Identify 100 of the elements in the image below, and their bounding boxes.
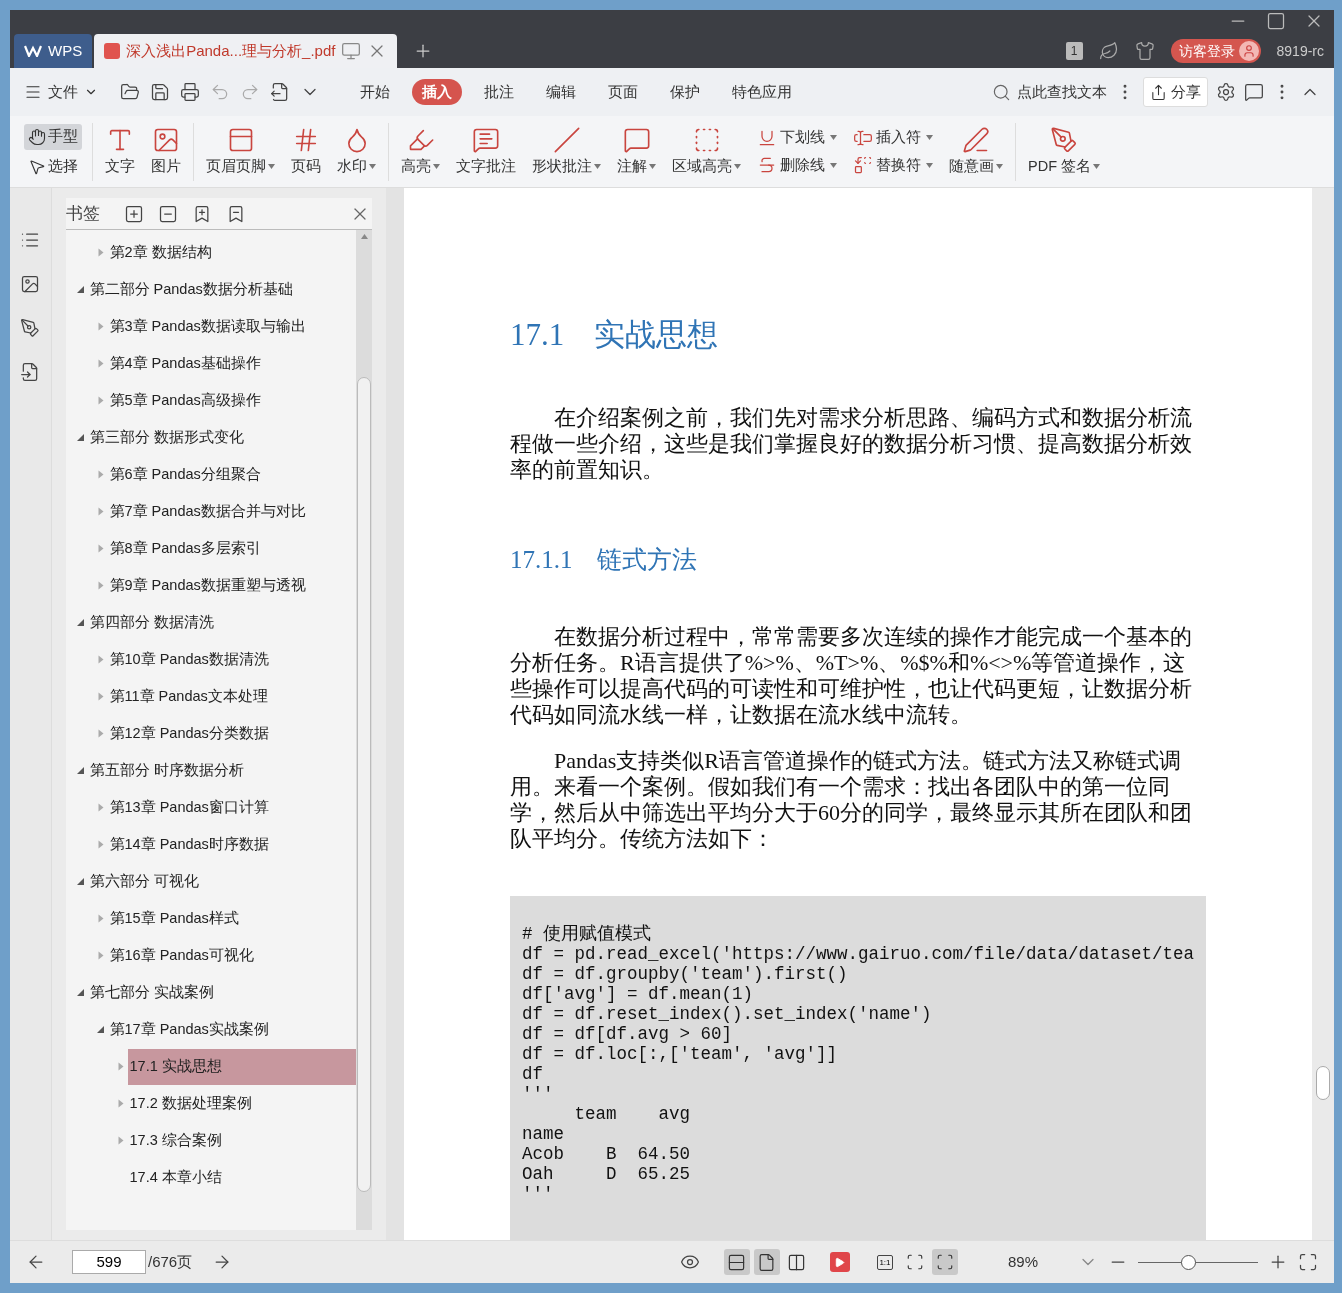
ribbon-tool-button[interactable]: 随意画 <box>945 125 1007 178</box>
zoom-value[interactable]: 89% <box>1007 1250 1038 1274</box>
bookmark-item[interactable]: 第6章 Pandas分组聚合 <box>107 456 356 493</box>
ribbon-tool-button[interactable]: 图片 <box>147 125 185 178</box>
bookmark-item[interactable]: 第15章 Pandas样式 <box>107 900 356 937</box>
scrollbar[interactable] <box>1312 188 1334 1240</box>
pen-icon <box>962 125 990 154</box>
bookmark-item[interactable]: 第13章 Pandas窗口计算 <box>107 789 356 826</box>
ribbon-tool-button[interactable]: 高亮 <box>397 125 444 178</box>
ribbon-tool-button[interactable]: 水印 <box>333 125 380 178</box>
folder-icon[interactable] <box>120 82 140 102</box>
bookmark-item[interactable]: 第8章 Pandas多层索引 <box>107 530 356 567</box>
settings-icon[interactable] <box>1216 82 1236 102</box>
leaf-icon[interactable] <box>1098 41 1119 61</box>
ribbon-tool-button[interactable]: 文字批注 <box>452 125 520 178</box>
file-menu[interactable]: 文件 <box>24 80 98 104</box>
hand-tool-button[interactable]: 手型 <box>24 123 82 150</box>
expanded-triangle-icon[interactable] <box>76 285 85 294</box>
bookmark-item[interactable]: 第9章 Pandas数据重塑与透视 <box>107 567 356 604</box>
document-tab[interactable]: 深入浅出Panda...理与分析_.pdf <box>94 34 398 68</box>
ribbon-tool-button[interactable]: 页码 <box>287 125 325 178</box>
bookmark-item[interactable]: 第六部分 可视化 <box>87 863 356 900</box>
fullscreen-icon[interactable] <box>1298 1252 1318 1272</box>
body-paragraph: 在数据分析过程中，常常需要多次连续的操作才能完成一个基本的分析任务。R语言提供了%>%、%T>%、%$%和%<>%等管道操作，这些操作可以提高代码的可读性和可维护性，也让代码更短，让数据分析代码如同流水线一样，让数据在流水线中流转。 <box>510 624 1193 728</box>
dropdown-caret-icon <box>369 164 376 169</box>
shirt-icon[interactable] <box>1134 41 1155 61</box>
menu-tab[interactable]: 批注 <box>474 79 524 105</box>
scroll-up-arrow-icon[interactable] <box>360 234 368 239</box>
view-mode-button[interactable] <box>723 1249 750 1275</box>
home-tab[interactable]: WPS <box>14 34 93 68</box>
login-button[interactable]: 访客登录 <box>1170 39 1261 63</box>
bookmark-item[interactable]: 第5章 Pandas高级操作 <box>107 382 356 419</box>
bookmark-item[interactable]: 第12章 Pandas分类数据 <box>107 715 356 752</box>
ribbon-tool-button[interactable]: 下划线 <box>757 126 837 149</box>
dropdown-caret-icon <box>926 162 933 168</box>
ribbon-tool-button[interactable]: 形状批注 <box>528 125 605 178</box>
bookmark-item[interactable]: 第17章 Pandas实战案例 <box>107 1011 356 1048</box>
pen-icon[interactable] <box>20 318 41 338</box>
fit-frame-icon <box>935 1253 954 1271</box>
bookmark-item[interactable]: 第11章 Pandas文本处理 <box>107 678 356 715</box>
bookmark-item[interactable]: 第三部分 数据形式变化 <box>87 419 356 456</box>
bookmark-item[interactable]: 第4章 Pandas基础操作 <box>107 345 356 382</box>
menu-tab[interactable]: 开始 <box>350 79 400 105</box>
printer-icon[interactable] <box>180 82 200 102</box>
expanded-triangle-icon[interactable] <box>76 766 85 775</box>
expanded-triangle-icon[interactable] <box>76 988 85 997</box>
ribbon-tool-button[interactable]: 替换符 <box>853 154 933 177</box>
bookmark-item[interactable]: 第10章 Pandas数据清洗 <box>107 641 356 678</box>
bookmark-item[interactable]: 17.4 本章小结 <box>127 1159 356 1196</box>
bookmark-item[interactable]: 第14章 Pandas时序数据 <box>107 826 356 863</box>
find-text-button[interactable]: 点此查找文本 <box>992 80 1107 104</box>
image-icon[interactable] <box>20 274 41 294</box>
slider-thumb[interactable] <box>1181 1254 1197 1270</box>
bookmark-item[interactable]: 第五部分 时序数据分析 <box>87 752 356 789</box>
code-block: # 使用赋值模式 df = pd.read_excel('https://www.gairuo.com/file/data/dataset/tea df = df.groupby('team').first() df['avg'] = df.mean(1) df = df.reset_index().set_index('name') df = df[df.avg > 60] df = df.loc[:,['team', 'avg']] df ''' team avg name Acob B 64.50 Oah D 65.25 ''' <box>510 896 1206 1240</box>
zoom-slider[interactable] <box>1138 1254 1258 1270</box>
expanded-triangle-icon[interactable] <box>76 877 85 886</box>
play-button[interactable] <box>829 1252 850 1272</box>
maximize-icon[interactable] <box>1266 11 1286 31</box>
menu-tab[interactable]: 编辑 <box>536 79 586 105</box>
bookmark-item[interactable]: 17.2 数据处理案例 <box>127 1085 356 1122</box>
replace-icon <box>853 155 873 176</box>
page-number-field[interactable]: 599 <box>72 1250 146 1274</box>
bookmark-item[interactable]: 第3章 Pandas数据读取与输出 <box>107 308 356 345</box>
select-tool-button[interactable]: 选择 <box>24 153 82 180</box>
share-button[interactable]: 分享 <box>1143 77 1208 107</box>
dropdown-caret-icon <box>268 164 275 169</box>
bookmark-item[interactable]: 第四部分 数据清洗 <box>87 604 356 641</box>
actual-size-button[interactable]: 1:1 <box>871 1249 898 1275</box>
export-icon[interactable] <box>270 82 290 102</box>
ribbon-tool-button[interactable]: 注解 <box>613 125 660 178</box>
ribbon-tool-button[interactable]: PDF 签名 <box>1024 125 1105 178</box>
ribbon-tool-button[interactable]: 插入符 <box>853 126 933 149</box>
ribbon-tool-button[interactable]: 文字 <box>101 125 139 178</box>
ribbon-tool-button[interactable]: 区域高亮 <box>668 125 745 178</box>
expanded-triangle-icon[interactable] <box>96 1025 105 1034</box>
menu-tab[interactable]: 页面 <box>598 79 648 105</box>
bookmark-item[interactable]: 第七部分 实战案例 <box>87 974 356 1011</box>
ribbon-tool-button[interactable]: 页眉页脚 <box>202 125 279 178</box>
chat-icon[interactable] <box>1244 82 1264 102</box>
bookmark-item[interactable]: 17.1 实战思想 <box>127 1048 356 1085</box>
window-count-badge[interactable]: 1 <box>1065 42 1083 60</box>
scrollbar[interactable] <box>356 230 372 1230</box>
menu-tab[interactable]: 插入 <box>412 79 462 105</box>
expanded-triangle-icon[interactable] <box>76 433 85 442</box>
menu-tab[interactable]: 保护 <box>660 79 710 105</box>
ribbon-tool-button[interactable]: 删除线 <box>757 154 837 177</box>
collapse-all-icon[interactable] <box>157 203 178 224</box>
bookmark-item[interactable]: 第7章 Pandas数据合并与对比 <box>107 493 356 530</box>
menu-tab[interactable]: 特色应用 <box>722 79 802 105</box>
expand-all-icon[interactable] <box>123 203 144 224</box>
bookmark-item[interactable]: 第16章 Pandas可视化 <box>107 937 356 974</box>
view-mode-button[interactable] <box>753 1249 780 1275</box>
save-icon[interactable] <box>150 82 170 102</box>
bookmark-item[interactable]: 17.3 综合案例 <box>127 1122 356 1159</box>
expanded-triangle-icon[interactable] <box>76 618 85 627</box>
fit-page-button[interactable] <box>931 1249 958 1275</box>
monitor-icon[interactable] <box>341 41 362 61</box>
bookmark-item[interactable]: 第二部分 Pandas数据分析基础 <box>87 271 356 308</box>
bookmark-item[interactable]: 第2章 数据结构 <box>107 234 356 271</box>
